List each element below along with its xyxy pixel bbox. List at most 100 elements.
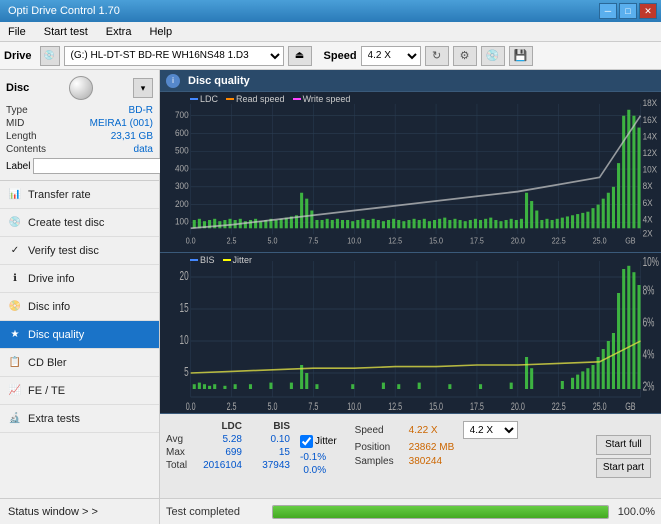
disc-type-val: BD-R xyxy=(63,104,153,117)
svg-text:300: 300 xyxy=(175,181,189,192)
bis-max-val: 15 xyxy=(245,447,290,458)
svg-text:5.0: 5.0 xyxy=(267,236,277,246)
bis-chart: BIS Jitter xyxy=(160,253,661,414)
sidebar-item-verify-test-disc[interactable]: ✓ Verify test disc xyxy=(0,237,159,265)
disc-info-table: Type BD-R MID MEIRA1 (001) Length 23,31 … xyxy=(6,104,153,156)
svg-text:25.0: 25.0 xyxy=(593,399,607,412)
sidebar-item-transfer-rate[interactable]: 📊 Transfer rate xyxy=(0,181,159,209)
fe-te-icon: 📈 xyxy=(8,384,22,398)
svg-text:0.0: 0.0 xyxy=(186,399,196,412)
progress-bar-container xyxy=(272,505,609,519)
svg-text:16X: 16X xyxy=(643,114,658,125)
eject-button[interactable]: ⏏ xyxy=(288,46,312,66)
svg-text:GB: GB xyxy=(625,399,635,412)
close-button[interactable]: ✕ xyxy=(639,3,657,19)
svg-text:10.0: 10.0 xyxy=(347,399,361,412)
sidebar-item-label: Extra tests xyxy=(28,413,80,425)
write-speed-legend-dot xyxy=(293,98,301,100)
start-full-button[interactable]: Start full xyxy=(596,435,651,455)
svg-text:400: 400 xyxy=(175,163,189,174)
max-label: Max xyxy=(166,447,194,458)
svg-text:12.5: 12.5 xyxy=(388,399,402,412)
svg-text:600: 600 xyxy=(175,127,189,138)
speed-select[interactable]: 4.2 X xyxy=(361,46,421,66)
disc-mid-key: MID xyxy=(6,117,63,130)
sidebar-item-label: Disc quality xyxy=(28,329,84,341)
sidebar-item-create-test-disc[interactable]: 💿 Create test disc xyxy=(0,209,159,237)
ldc-chart-svg: 700 600 500 400 300 200 100 18X 16X 14X … xyxy=(160,92,661,252)
svg-text:12X: 12X xyxy=(643,147,658,158)
menu-extra[interactable]: Extra xyxy=(102,25,136,39)
disc-label-input[interactable] xyxy=(33,158,171,174)
sidebar-item-cd-bler[interactable]: 📋 CD Bler xyxy=(0,349,159,377)
svg-text:2.5: 2.5 xyxy=(227,399,237,412)
disc-info-icon: 📀 xyxy=(8,300,22,314)
sidebar-item-extra-tests[interactable]: 🔬 Extra tests xyxy=(0,405,159,433)
total-label: Total xyxy=(166,460,194,471)
sidebar-item-fe-te[interactable]: 📈 FE / TE xyxy=(0,377,159,405)
drive-label: Drive xyxy=(4,50,32,62)
disc-quality-icon: ★ xyxy=(8,328,22,342)
sidebar-item-label: Disc info xyxy=(28,301,70,313)
menu-bar: File Start test Extra Help xyxy=(0,22,661,42)
refresh-button[interactable]: ↻ xyxy=(425,46,449,66)
jitter-checkbox[interactable] xyxy=(300,435,313,448)
samples-val: 380244 xyxy=(409,456,459,467)
svg-text:GB: GB xyxy=(625,236,635,246)
menu-start-test[interactable]: Start test xyxy=(40,25,92,39)
minimize-button[interactable]: ─ xyxy=(599,3,617,19)
svg-text:6X: 6X xyxy=(643,197,653,208)
maximize-button[interactable]: □ xyxy=(619,3,637,19)
menu-help[interactable]: Help xyxy=(145,25,176,39)
svg-text:700: 700 xyxy=(175,110,189,121)
menu-file[interactable]: File xyxy=(4,25,30,39)
jitter-checkbox-row: Jitter xyxy=(300,435,337,448)
extra-tests-icon: 🔬 xyxy=(8,412,22,426)
sidebar-item-disc-quality[interactable]: ★ Disc quality xyxy=(0,321,159,349)
verify-test-disc-icon: ✓ xyxy=(8,244,22,258)
status-window-button[interactable]: Status window > > xyxy=(0,498,159,524)
svg-text:5: 5 xyxy=(184,365,189,379)
disc-quality-header: i Disc quality xyxy=(160,70,661,92)
save-button[interactable]: 💾 xyxy=(509,46,533,66)
sidebar-item-label: Transfer rate xyxy=(28,189,91,201)
disc-label: Disc xyxy=(6,82,29,94)
svg-text:20: 20 xyxy=(180,269,189,283)
right-panel: i Disc quality LDC Read speed xyxy=(160,70,661,524)
charts-container: LDC Read speed Write speed xyxy=(160,92,661,414)
chart1-legend: LDC Read speed Write speed xyxy=(190,94,350,104)
bis-avg-val: 0.10 xyxy=(245,434,290,445)
drive-select[interactable]: (G:) HL-DT-ST BD-RE WH16NS48 1.D3 xyxy=(64,46,284,66)
disc-button[interactable]: 💿 xyxy=(481,46,505,66)
settings-button[interactable]: ⚙ xyxy=(453,46,477,66)
sidebar-item-drive-info[interactable]: ℹ Drive info xyxy=(0,265,159,293)
sidebar-item-label: FE / TE xyxy=(28,385,65,397)
svg-text:2X: 2X xyxy=(643,228,653,239)
right-stats: Speed 4.22 X 4.2 X Position 23862 MB Sam… xyxy=(347,417,582,495)
svg-text:5.0: 5.0 xyxy=(268,399,278,412)
total-row: Total 2016104 37943 xyxy=(166,460,290,471)
action-buttons: Start full Start part xyxy=(592,417,655,495)
jitter-legend-dot xyxy=(223,259,231,261)
start-part-button[interactable]: Start part xyxy=(596,458,651,478)
svg-text:100: 100 xyxy=(175,216,189,227)
speed-stat-label: Speed xyxy=(355,425,405,436)
disc-options-button[interactable]: ▾ xyxy=(133,78,153,98)
disc-contents-val: data xyxy=(63,143,153,156)
avg-row: Avg 5.28 0.10 xyxy=(166,434,290,445)
stats-table-row: LDC BIS Avg 5.28 0.10 Max 699 15 Total xyxy=(160,414,661,498)
svg-text:22.5: 22.5 xyxy=(552,399,566,412)
sidebar-item-label: Verify test disc xyxy=(28,245,99,257)
progress-area: Test completed 100.0% xyxy=(160,498,661,524)
avg-label: Avg xyxy=(166,434,194,445)
ldc-bis-stats: LDC BIS Avg 5.28 0.10 Max 699 15 Total xyxy=(166,417,290,495)
speed-select-stats[interactable]: 4.2 X xyxy=(463,421,518,439)
disc-mid-val: MEIRA1 (001) xyxy=(63,117,153,130)
drive-info-icon: ℹ xyxy=(8,272,22,286)
svg-text:6%: 6% xyxy=(643,316,655,330)
svg-text:2%: 2% xyxy=(643,380,655,394)
ldc-legend-dot xyxy=(190,98,198,100)
sidebar-item-disc-info[interactable]: 📀 Disc info xyxy=(0,293,159,321)
progress-percentage: 100.0% xyxy=(615,506,655,518)
svg-text:500: 500 xyxy=(175,145,189,156)
